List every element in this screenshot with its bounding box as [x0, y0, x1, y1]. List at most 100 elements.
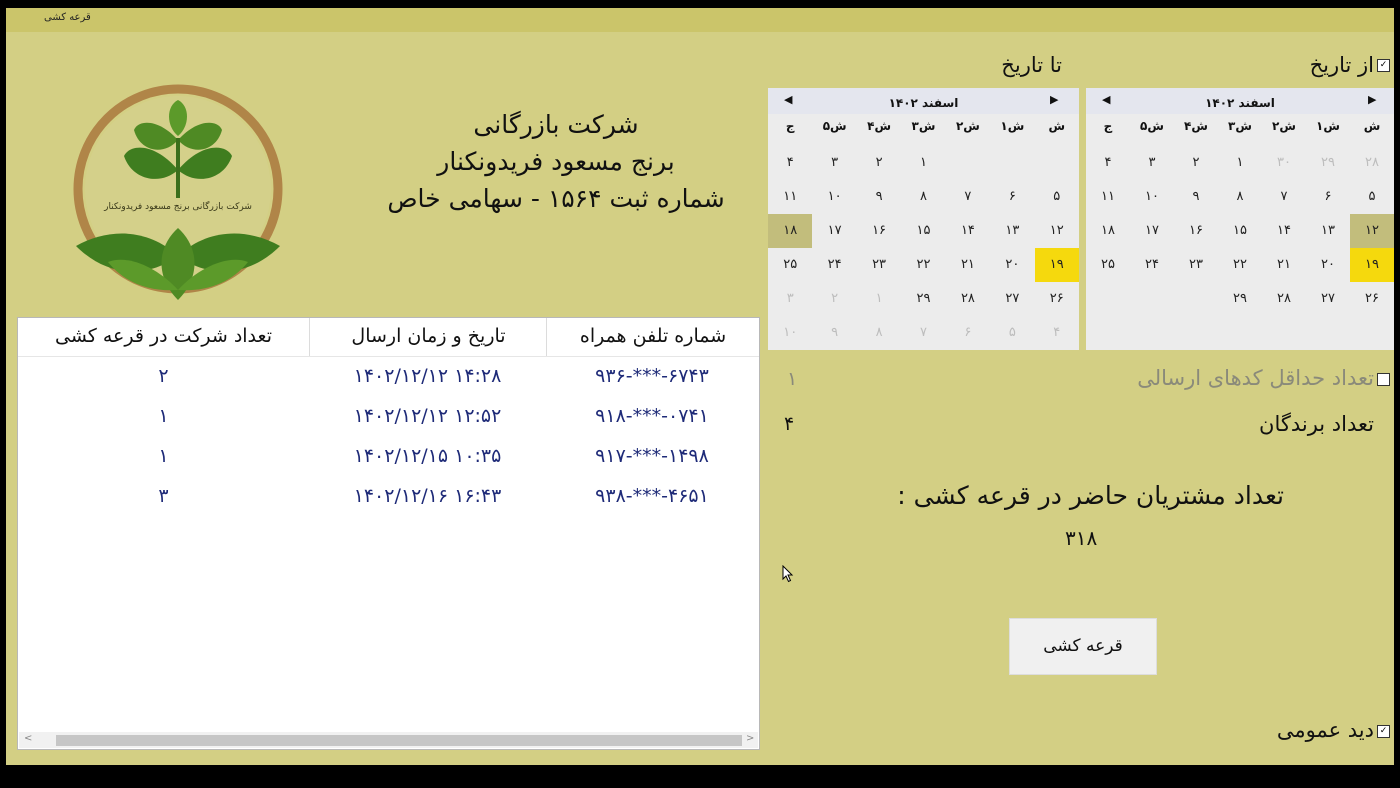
calendar-day[interactable]: ۷	[902, 316, 946, 350]
scroll-right-arrow[interactable]: >	[746, 733, 754, 744]
calendar-day[interactable]: ۱	[902, 146, 946, 180]
min-codes-checkbox[interactable]	[1377, 373, 1390, 386]
calendar-day[interactable]: ۳۰	[1262, 146, 1306, 180]
calendar-day[interactable]: ۱	[1218, 146, 1262, 180]
calendar-day[interactable]: ۱۲	[1035, 214, 1079, 248]
next-month-arrow[interactable]: ▶	[1368, 93, 1376, 106]
calendar-day[interactable]: ۱۰	[768, 316, 812, 350]
calendar-day[interactable]: ۸	[1218, 180, 1262, 214]
calendar-day[interactable]: ۲۹	[902, 282, 946, 316]
calendar-day[interactable]: ۴	[1086, 146, 1130, 180]
calendar-day[interactable]: ۲۵	[1086, 248, 1130, 282]
from-date-calendar[interactable]: ◀ اسفند ۱۴۰۲ ▶ ش ۱ش ۲ش ۳ش ۴ش ۵ش ج ۲۸ ۲۹ ۳۰ ۱ ۲ ۳ ۴ ۵ ۶ ۷…	[1086, 88, 1394, 350]
calendar-day[interactable]: ۱۶	[1174, 214, 1218, 248]
calendar-day[interactable]: ۲۴	[813, 248, 857, 282]
to-date-calendar[interactable]: ◀ اسفند ۱۴۰۲ ▶ ش ۱ش ۲ش ۳ش ۴ش ۵ش ج ۱ ۲ ۳ ۴ ۵ ۶ ۷ ۸ ۹ ۱۰ ۱۱…	[768, 88, 1079, 350]
calendar-day[interactable]: ۲۷	[990, 282, 1034, 316]
calendar-day[interactable]: ۷	[1262, 180, 1306, 214]
calendar-day[interactable]: ۱۷	[813, 214, 857, 248]
table-row[interactable]: ۹۳۶-***-۶۷۴۳ ۱۴۰۲/۱۲/۱۲ ۱۴:۲۸ ۲	[18, 358, 759, 398]
calendar-day[interactable]: ۱۱	[768, 180, 812, 214]
weekday-label: ۵ش	[822, 119, 847, 133]
column-header-datetime[interactable]: تاریخ و زمان ارسال	[309, 318, 547, 356]
calendar-day[interactable]: ۱۸	[1086, 214, 1130, 248]
company-subtitle: برنج مسعود فریدونکنار	[437, 147, 675, 176]
calendar-day[interactable]: ۲۰	[990, 248, 1034, 282]
calendar-day[interactable]: ۶	[946, 316, 990, 350]
calendar-day[interactable]: ۹	[857, 180, 901, 214]
calendar-day[interactable]: ۲۰	[1306, 248, 1350, 282]
cell-datetime: ۱۴۰۲/۱۲/۱۶ ۱۶:۴۳	[353, 485, 502, 507]
calendar-day[interactable]: ۳	[768, 282, 812, 316]
calendar-day[interactable]: ۲۶	[1035, 282, 1079, 316]
calendar-day[interactable]: ۲	[1174, 146, 1218, 180]
calendar-day[interactable]: ۴	[1035, 316, 1079, 350]
weekday-label: ۳ش	[911, 119, 936, 133]
calendar-day[interactable]: ۲۸	[1262, 282, 1306, 316]
calendar-day[interactable]: ۱۱	[1086, 180, 1130, 214]
calendar-day[interactable]: ۱۳	[1306, 214, 1350, 248]
table-row[interactable]: ۹۳۸-***-۴۶۵۱ ۱۴۰۲/۱۲/۱۶ ۱۶:۴۳ ۳	[18, 478, 759, 518]
calendar-day[interactable]: ۱۵	[1218, 214, 1262, 248]
calendar-day[interactable]: ۲۹	[1306, 146, 1350, 180]
calendar-day[interactable]: ۱	[857, 282, 901, 316]
calendar-day[interactable]: ۷	[946, 180, 990, 214]
calendar-day[interactable]: ۱۳	[990, 214, 1034, 248]
calendar-day-selected[interactable]: ۱۲	[1350, 214, 1394, 248]
calendar-day[interactable]: ۲۸	[1350, 146, 1394, 180]
calendar-day[interactable]: ۶	[990, 180, 1034, 214]
draw-lottery-button[interactable]: قرعه کشی	[1009, 618, 1157, 675]
calendar-day[interactable]: ۱۷	[1130, 214, 1174, 248]
calendar-day-selected[interactable]: ۱۸	[768, 214, 813, 248]
calendar-day[interactable]: ۲۵	[768, 248, 812, 282]
calendar-day[interactable]: ۱۰	[813, 180, 857, 214]
calendar-day	[1130, 282, 1174, 316]
calendar-day[interactable]: ۸	[902, 180, 946, 214]
scroll-left-arrow[interactable]: <	[24, 733, 32, 744]
calendar-day[interactable]: ۲	[857, 146, 901, 180]
calendar-day[interactable]: ۲۱	[1262, 248, 1306, 282]
calendar-day[interactable]: ۲۹	[1218, 282, 1262, 316]
scrollbar-thumb[interactable]	[56, 735, 742, 746]
calendar-day[interactable]: ۹	[813, 316, 857, 350]
calendar-day[interactable]: ۱۰	[1130, 180, 1174, 214]
next-month-arrow[interactable]: ▶	[1050, 93, 1058, 106]
calendar-day[interactable]: ۲۳	[857, 248, 901, 282]
table-row[interactable]: ۹۱۸-***-۰۷۴۱ ۱۴۰۲/۱۲/۱۲ ۱۲:۵۲ ۱	[18, 398, 759, 438]
calendar-day[interactable]: ۱۴	[946, 214, 990, 248]
column-header-count[interactable]: تعداد شرکت در قرعه کشی	[18, 318, 309, 356]
entries-table[interactable]: شماره تلفن همراه تاریخ و زمان ارسال تعدا…	[17, 317, 760, 750]
calendar-day[interactable]: ۲۳	[1174, 248, 1218, 282]
calendar-day[interactable]: ۵	[1035, 180, 1079, 214]
winners-value[interactable]: ۴	[784, 413, 794, 435]
calendar-day[interactable]: ۱۶	[857, 214, 901, 248]
calendar-day[interactable]: ۱۵	[902, 214, 946, 248]
calendar-day[interactable]: ۶	[1306, 180, 1350, 214]
calendar-day[interactable]: ۲	[813, 282, 857, 316]
calendar-day-today[interactable]: ۱۹	[1034, 248, 1079, 282]
column-header-phone[interactable]: شماره تلفن همراه	[546, 318, 759, 356]
calendar-day[interactable]: ۳	[1130, 146, 1174, 180]
calendar-day-today[interactable]: ۱۹	[1350, 248, 1394, 282]
calendar-day[interactable]: ۲۲	[1218, 248, 1262, 282]
calendar-day[interactable]: ۵	[990, 316, 1034, 350]
overview-checkbox[interactable]: ✓	[1377, 725, 1390, 738]
calendar-day[interactable]: ۲۸	[946, 282, 990, 316]
company-logo: شرکت بازرگانی برنج مسعود فریدونکنار	[73, 84, 283, 300]
table-row[interactable]: ۹۱۷-***-۱۴۹۸ ۱۴۰۲/۱۲/۱۵ ۱۰:۳۵ ۱	[18, 438, 759, 478]
min-codes-value[interactable]: ۱	[787, 368, 797, 390]
from-date-checkbox[interactable]: ✓	[1377, 59, 1390, 72]
calendar-day[interactable]: ۵	[1350, 180, 1394, 214]
horizontal-scrollbar[interactable]: < >	[19, 732, 758, 748]
calendar-day[interactable]: ۴	[768, 146, 812, 180]
calendar-day[interactable]: ۲۷	[1306, 282, 1350, 316]
calendar-day[interactable]: ۳	[813, 146, 857, 180]
calendar-day[interactable]: ۹	[1174, 180, 1218, 214]
calendar-day[interactable]: ۲۶	[1350, 282, 1394, 316]
calendar-day[interactable]: ۸	[857, 316, 901, 350]
calendar-day[interactable]: ۲۱	[946, 248, 990, 282]
calendar-day[interactable]: ۲۴	[1130, 248, 1174, 282]
calendar-day[interactable]: ۱۴	[1262, 214, 1306, 248]
present-customers-label: تعداد مشتریان حاضر در قرعه کشی :	[897, 481, 1284, 510]
calendar-day[interactable]: ۲۲	[902, 248, 946, 282]
